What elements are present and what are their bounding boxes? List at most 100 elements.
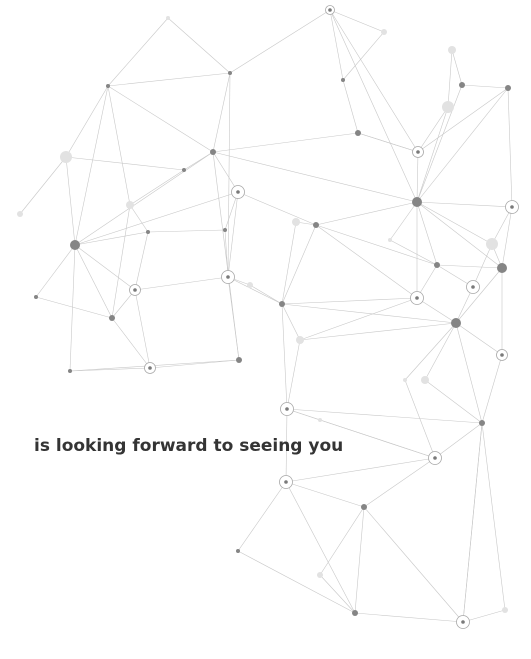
network-node bbox=[479, 420, 485, 426]
network-edge bbox=[74, 191, 239, 246]
network-node bbox=[210, 149, 216, 155]
network-node bbox=[247, 282, 253, 288]
network-edge bbox=[416, 151, 419, 203]
network-edge bbox=[329, 9, 418, 203]
network-node bbox=[461, 620, 465, 624]
network-node bbox=[352, 610, 358, 616]
network-edge bbox=[451, 49, 463, 86]
network-edge bbox=[107, 17, 169, 87]
network-edge bbox=[227, 72, 231, 278]
network-edge bbox=[342, 79, 359, 134]
network-edge bbox=[107, 72, 231, 87]
network-edge bbox=[74, 85, 109, 246]
network-edge bbox=[249, 284, 283, 305]
network-edge bbox=[281, 303, 288, 410]
network-edge bbox=[227, 191, 239, 278]
network-edge bbox=[416, 201, 513, 208]
network-node bbox=[388, 238, 392, 242]
network-edge bbox=[167, 17, 231, 74]
network-edge bbox=[134, 289, 151, 369]
network-edge bbox=[129, 169, 185, 206]
network-node bbox=[434, 262, 440, 268]
network-edge bbox=[354, 506, 365, 614]
network-node bbox=[285, 407, 289, 411]
network-node bbox=[236, 190, 240, 194]
network-edge bbox=[134, 231, 149, 291]
network-edge bbox=[111, 317, 151, 369]
network-edge bbox=[417, 106, 449, 153]
network-edge bbox=[507, 87, 513, 208]
network-node bbox=[146, 230, 150, 234]
network-edge bbox=[319, 574, 356, 614]
network-edge bbox=[35, 296, 113, 319]
network-node bbox=[292, 218, 300, 226]
network-node bbox=[505, 85, 511, 91]
network-node bbox=[70, 240, 80, 250]
network-node bbox=[459, 82, 465, 88]
network-edge bbox=[416, 201, 503, 269]
network-edge bbox=[285, 481, 356, 614]
network-node bbox=[421, 376, 429, 384]
network-node bbox=[471, 285, 475, 289]
network-node bbox=[296, 336, 304, 344]
network-node bbox=[412, 197, 422, 207]
network-edges bbox=[19, 9, 513, 623]
page: is looking forward to seeing you bbox=[0, 0, 531, 659]
network-background bbox=[17, 5, 519, 629]
network-nodes bbox=[17, 5, 519, 629]
network-edge bbox=[212, 151, 239, 193]
network-edge bbox=[404, 322, 457, 381]
network-edge bbox=[111, 204, 131, 319]
network-edge bbox=[472, 243, 493, 288]
network-edge bbox=[424, 379, 483, 424]
network-edge bbox=[455, 267, 503, 324]
network-edge bbox=[342, 31, 385, 81]
network-node bbox=[223, 228, 227, 232]
network-edge bbox=[285, 481, 365, 508]
network-node bbox=[226, 275, 230, 279]
network-node bbox=[182, 168, 186, 172]
network-edge bbox=[147, 229, 226, 233]
network-edge bbox=[281, 303, 457, 324]
network-node bbox=[355, 130, 361, 136]
headline-text: is looking forward to seeing you bbox=[34, 436, 344, 456]
network-edge bbox=[481, 422, 506, 611]
network-node bbox=[68, 369, 72, 373]
network-edge bbox=[107, 85, 214, 153]
network-edge bbox=[286, 408, 483, 424]
network-node bbox=[486, 238, 498, 250]
network-edge bbox=[315, 224, 418, 299]
network-node bbox=[381, 29, 387, 35]
network-edge bbox=[74, 231, 149, 246]
network-edge bbox=[69, 244, 76, 372]
network-edge bbox=[65, 85, 109, 158]
network-node bbox=[313, 222, 319, 228]
network-edge bbox=[354, 612, 464, 623]
network-edge bbox=[281, 224, 317, 305]
network-edge bbox=[462, 422, 483, 623]
network-edge bbox=[363, 457, 436, 508]
network-edge bbox=[363, 506, 464, 623]
network-edge bbox=[281, 221, 297, 305]
network-edge bbox=[434, 422, 483, 459]
network-edge bbox=[281, 297, 418, 305]
network-edge bbox=[65, 156, 185, 171]
network-edge bbox=[357, 132, 419, 153]
network-edge bbox=[315, 224, 438, 266]
network-node bbox=[133, 288, 137, 292]
network-edge bbox=[286, 339, 301, 410]
network-node bbox=[361, 504, 367, 510]
network-edge bbox=[134, 276, 229, 291]
network-edge bbox=[229, 9, 331, 74]
network-node bbox=[433, 456, 437, 460]
network-node bbox=[228, 71, 232, 75]
network-node bbox=[497, 263, 507, 273]
network-edge bbox=[319, 506, 365, 576]
network-edge bbox=[436, 264, 503, 269]
network-node bbox=[341, 78, 345, 82]
network-node bbox=[236, 357, 242, 363]
network-node bbox=[502, 607, 508, 613]
network-edge bbox=[35, 244, 76, 298]
network-node bbox=[416, 150, 420, 154]
network-node bbox=[317, 572, 323, 578]
